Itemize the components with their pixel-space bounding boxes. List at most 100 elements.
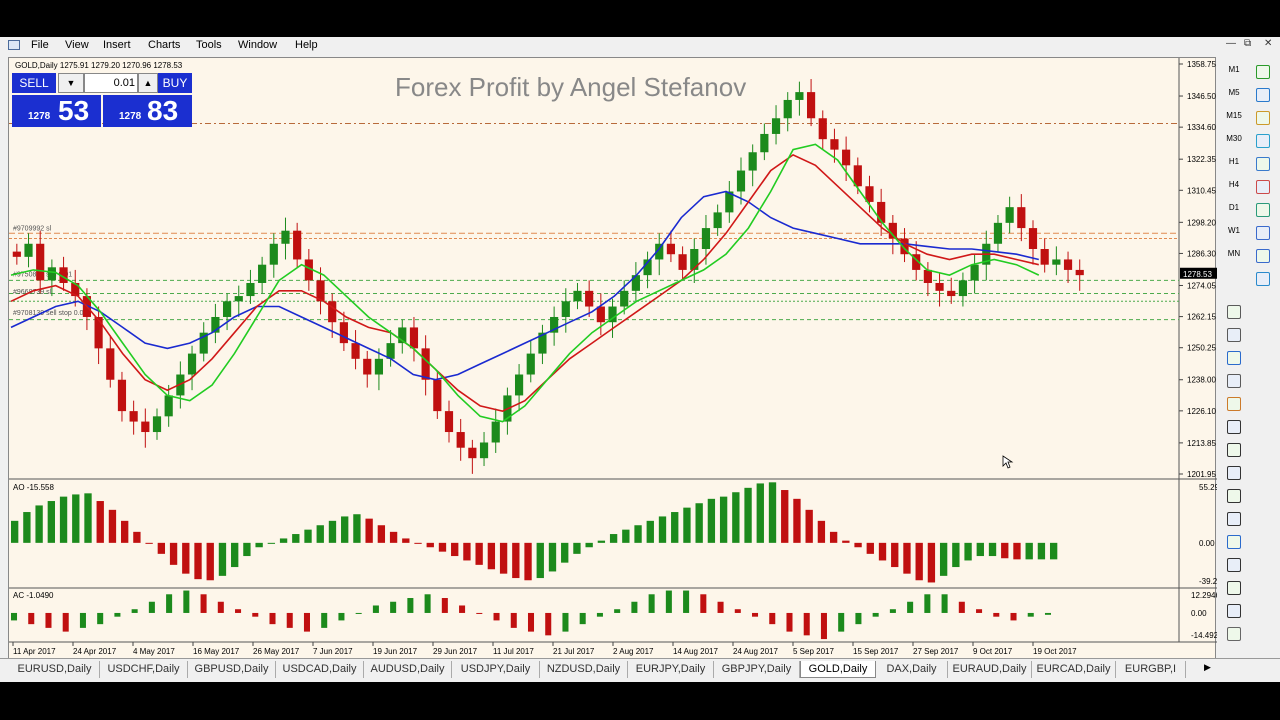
timeframe-d1[interactable]: D1: [1220, 203, 1248, 212]
menu-file[interactable]: File: [31, 38, 49, 52]
sell-price-prefix: 1278: [28, 111, 51, 122]
arrow-icon[interactable]: [1227, 604, 1241, 618]
close-icon[interactable]: ✕: [1264, 38, 1272, 49]
timeframe-m15[interactable]: M15: [1220, 111, 1248, 120]
fibo-icon[interactable]: [1227, 535, 1241, 549]
moving-average-red: [10, 153, 1039, 412]
tab-usdjpy-daily[interactable]: USDJPY,Daily: [452, 661, 540, 678]
trend-icon[interactable]: [1227, 489, 1241, 503]
menu-insert[interactable]: Insert: [103, 38, 131, 52]
order-label: #9668739 sl: [13, 289, 52, 296]
timeframe-m30[interactable]: M30: [1220, 134, 1248, 143]
ao-bar: [389, 531, 398, 543]
tab-eurjpy-daily[interactable]: EURJPY,Daily: [628, 661, 714, 678]
tab-euraud-daily[interactable]: EURAUD,Daily: [948, 661, 1032, 678]
ac-bar: [958, 601, 965, 613]
new-chart-icon[interactable]: [1256, 65, 1270, 79]
indicators-icon[interactable]: [1227, 351, 1241, 365]
tab-scroll-right-icon[interactable]: ▶: [1204, 662, 1211, 673]
tab-gbpusd-daily[interactable]: GBPUSD,Daily: [188, 661, 276, 678]
current-price-label: 1278.53: [1183, 270, 1212, 279]
one-click-trading-panel: SELL ▼ 0.01 ▲ BUY 1278 53 1278 83: [12, 73, 192, 129]
chart-canvas[interactable]: 1358.75 1346.50 1334.60 1322.35 1310.45 1298.…: [9, 58, 1227, 668]
channel-icon[interactable]: [1227, 512, 1241, 526]
tab-nzdusd-daily[interactable]: NZDUSD,Daily: [540, 661, 628, 678]
date-tick-label: 29 Jun 2017: [433, 647, 478, 656]
ao-bar: [805, 509, 813, 543]
ac-bar: [579, 612, 586, 625]
timeframe-h4[interactable]: H4: [1220, 180, 1248, 189]
shapes-icon[interactable]: [1227, 627, 1241, 641]
profiles-icon[interactable]: [1256, 88, 1270, 102]
tab-usdcad-daily[interactable]: USDCAD,Daily: [276, 661, 364, 678]
ac-bar: [45, 612, 52, 628]
ao-bar: [341, 516, 349, 543]
zoom-out-icon[interactable]: [1256, 249, 1270, 263]
navigator-icon[interactable]: [1256, 134, 1270, 148]
ao-bar: [658, 516, 667, 543]
chart-props-icon[interactable]: [1256, 111, 1270, 125]
periods-icon[interactable]: [1227, 374, 1241, 388]
tab-usdchf-daily[interactable]: USDCHF,Daily: [100, 661, 188, 678]
menu-help[interactable]: Help: [295, 38, 318, 52]
sell-price-box[interactable]: 1278 53: [12, 95, 101, 127]
minimize-icon[interactable]: —: [1226, 38, 1236, 49]
shift-icon[interactable]: [1227, 328, 1241, 342]
tab-gold-daily[interactable]: GOLD,Daily: [800, 661, 876, 678]
terminal-icon[interactable]: [1256, 157, 1270, 171]
timeframe-w1[interactable]: W1: [1220, 226, 1248, 235]
date-tick-label: 19 Oct 2017: [1033, 647, 1077, 656]
ao-bar: [768, 482, 777, 543]
sell-button[interactable]: SELL: [12, 73, 56, 93]
ao-bar: [781, 490, 789, 543]
timeframe-mn[interactable]: MN: [1220, 249, 1248, 258]
candle-body: [152, 416, 162, 433]
text-icon[interactable]: [1227, 558, 1241, 572]
tab-eurusd-daily[interactable]: EURUSD,Daily: [10, 661, 100, 678]
vline-icon[interactable]: [1227, 443, 1241, 457]
tab-eurcad-daily[interactable]: EURCAD,Daily: [1032, 661, 1116, 678]
templates-icon[interactable]: [1227, 397, 1241, 411]
scroll-icon[interactable]: [1227, 305, 1241, 319]
ac-bar: [941, 594, 948, 613]
autotrade-icon[interactable]: [1256, 203, 1270, 217]
menu-tools[interactable]: Tools: [196, 38, 222, 52]
lot-size-input[interactable]: 0.01: [84, 73, 138, 93]
restore-icon[interactable]: ⧉: [1244, 38, 1251, 49]
menu-charts[interactable]: Charts: [148, 38, 180, 52]
ao-bar: [939, 542, 948, 576]
ao-bar: [878, 542, 887, 561]
lot-down-icon[interactable]: ▼: [58, 73, 84, 93]
tester-icon[interactable]: [1256, 180, 1270, 194]
zoom-in-icon[interactable]: [1256, 226, 1270, 240]
lot-up-icon[interactable]: ▲: [138, 73, 158, 93]
candle-body: [141, 421, 150, 433]
hline-icon[interactable]: [1227, 466, 1241, 480]
ac-bar: [114, 612, 121, 617]
buy-price-box[interactable]: 1278 83: [103, 95, 192, 127]
menu-window[interactable]: Window: [238, 38, 277, 52]
tab-gbpjpy-daily[interactable]: GBPJPY,Daily: [714, 661, 800, 678]
chart-area[interactable]: 1358.75 1346.50 1334.60 1322.35 1310.45 1298.…: [8, 57, 1227, 668]
tile-icon[interactable]: [1256, 272, 1270, 286]
ao-bar: [279, 538, 288, 543]
candle-body: [993, 222, 1003, 244]
menu-view[interactable]: View: [65, 38, 89, 52]
tab-dax-daily[interactable]: DAX,Daily: [876, 661, 948, 678]
ao-bar: [499, 542, 508, 574]
ao-bar: [964, 542, 972, 561]
label-icon[interactable]: [1227, 581, 1241, 595]
date-tick-label: 15 Sep 2017: [853, 647, 899, 656]
candle-body: [1075, 269, 1084, 276]
ao-bar: [402, 538, 410, 543]
tab-audusd-daily[interactable]: AUDUSD,Daily: [364, 661, 452, 678]
ac-bar: [665, 590, 672, 613]
candle-body: [713, 212, 722, 229]
buy-button[interactable]: BUY: [158, 73, 192, 93]
timeframe-h1[interactable]: H1: [1220, 157, 1248, 166]
tab-eurgbp-i[interactable]: EURGBP,I: [1116, 661, 1186, 678]
ac-axis-label: 0.00: [1191, 609, 1207, 618]
timeframe-m5[interactable]: M5: [1220, 88, 1248, 97]
crosshair-icon[interactable]: [1227, 420, 1241, 434]
timeframe-m1[interactable]: M1: [1220, 65, 1248, 74]
